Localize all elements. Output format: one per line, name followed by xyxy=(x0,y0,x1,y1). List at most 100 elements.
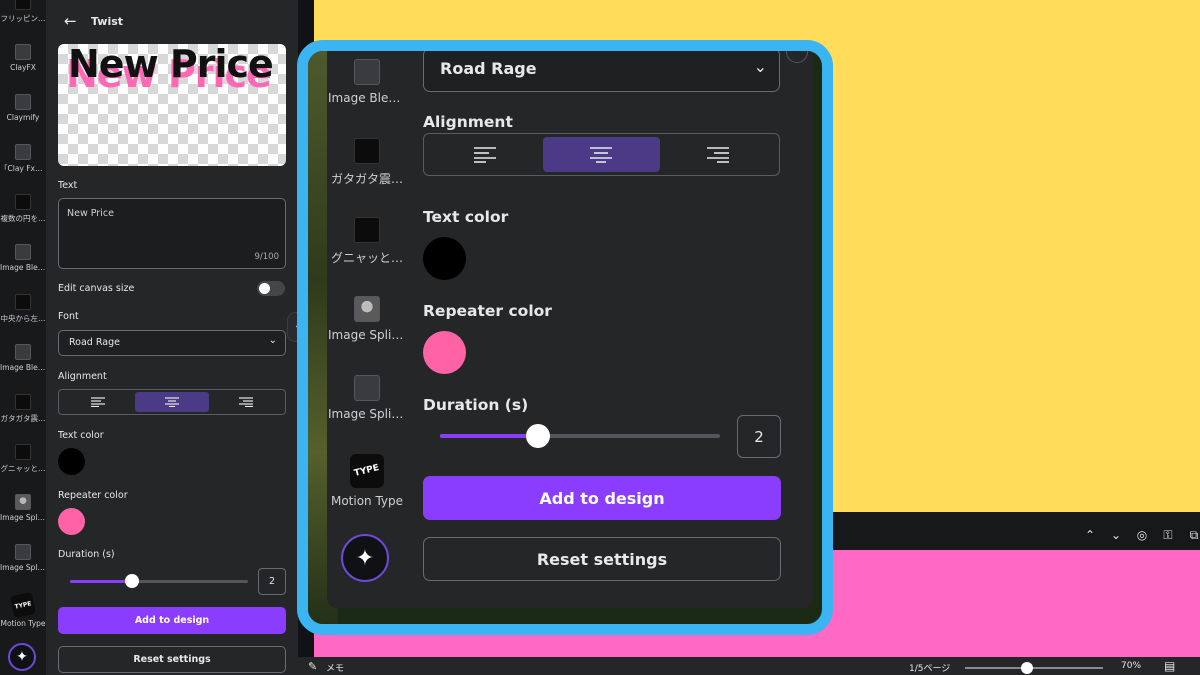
rail-item-label: Motion Type xyxy=(0,619,46,628)
thumbnail-icon xyxy=(354,217,380,243)
zoomed-align-left-button[interactable] xyxy=(427,137,543,172)
repeater-color-swatch[interactable] xyxy=(58,508,85,535)
notes-icon[interactable]: ✎ xyxy=(308,660,317,673)
align-center-icon xyxy=(165,397,179,407)
zoomed-duration-label: Duration (s) xyxy=(423,396,529,414)
rail-item[interactable]: Claymify xyxy=(0,94,46,122)
rail-item-label: Motion Type xyxy=(330,494,404,508)
rail-item[interactable]: グニャッと… xyxy=(327,217,407,266)
rail-item[interactable]: グニャッと… xyxy=(0,444,46,474)
text-input[interactable]: New Price 9/100 xyxy=(58,198,286,269)
rail-item[interactable]: Image Split… xyxy=(0,494,46,522)
zoomed-add-to-design-button[interactable]: Add to design xyxy=(423,476,781,520)
rail-item[interactable]: Image Blen… xyxy=(0,244,46,272)
motion-type-icon: TYPE xyxy=(9,591,37,619)
thumbnail-icon xyxy=(15,294,31,310)
align-right-icon xyxy=(706,146,729,163)
thumbnail-icon xyxy=(15,544,31,560)
rail-item[interactable]: ガタガタ震… xyxy=(0,394,46,424)
thumbnail-icon xyxy=(354,59,380,85)
thumbnail-icon xyxy=(15,44,31,60)
duration-slider[interactable] xyxy=(70,574,248,588)
rail-item-label: ClayFX xyxy=(10,63,36,72)
zoomed-repeater-color-label: Repeater color xyxy=(423,302,552,320)
rail-item[interactable]: Image Blen… xyxy=(0,344,46,372)
align-right-button[interactable] xyxy=(209,392,283,412)
duration-input[interactable]: 2 xyxy=(258,568,286,595)
rail-item[interactable]: Image Spliter xyxy=(327,375,407,421)
text-color-swatch[interactable] xyxy=(58,448,85,475)
zoomed-corner-button[interactable] xyxy=(786,51,808,63)
rail-item-label: 複数の円を… xyxy=(0,214,46,223)
zoomed-repeater-color-swatch[interactable] xyxy=(423,331,466,374)
text-color-label: Text color xyxy=(58,430,104,441)
duration-slider-handle[interactable] xyxy=(125,574,140,588)
rail-item[interactable]: Image Split… xyxy=(327,296,407,342)
chevron-up-icon[interactable]: ⌃ xyxy=(1084,528,1096,543)
zoomed-text-color-label: Text color xyxy=(423,208,509,226)
zoom-slider-handle[interactable] xyxy=(1021,662,1034,674)
rail-item-label: ガタガタ震… xyxy=(0,414,46,423)
chevron-down-icon: ⌄ xyxy=(753,57,767,76)
thumbnail-icon xyxy=(15,194,31,210)
zoom-slider[interactable] xyxy=(965,667,1103,669)
rail-item[interactable]: ClayFX xyxy=(0,44,46,72)
zoomed-duration-fill xyxy=(440,434,538,438)
zoomed-align-right-button[interactable] xyxy=(660,137,776,172)
sparkle-icon[interactable]: ✦ xyxy=(341,534,389,582)
rail-item[interactable]: TYPE Motion Type xyxy=(0,591,46,628)
rail-item-label: Image Blen… xyxy=(0,363,46,372)
thumbnail-icon xyxy=(354,138,380,164)
zoomed-duration-slider[interactable] xyxy=(440,424,720,448)
page-indicator: 1/5ページ xyxy=(909,664,951,674)
font-select[interactable]: Road Rage ⌄ xyxy=(58,330,286,356)
alignment-group xyxy=(58,389,286,415)
rail-item[interactable]: 「Clay Fx」… xyxy=(0,144,46,174)
sparkle-icon[interactable]: ✦ xyxy=(8,643,36,671)
repeater-color-label: Repeater color xyxy=(58,490,128,501)
grid-view-icon[interactable]: ▤ xyxy=(1164,659,1175,673)
text-preview: New Price New Price xyxy=(58,44,286,166)
zoomed-align-center-button[interactable] xyxy=(543,137,660,172)
text-input-value: New Price xyxy=(67,208,114,219)
visibility-icon[interactable]: ◎ xyxy=(1136,528,1148,543)
rail-item[interactable]: Image Spliter xyxy=(0,544,46,572)
zoomed-reset-settings-button[interactable]: Reset settings xyxy=(423,537,781,581)
thumbnail-icon xyxy=(354,375,380,401)
rail-item[interactable]: 複数の円を… xyxy=(0,194,46,224)
edit-canvas-toggle[interactable] xyxy=(257,281,285,296)
zoomed-panel: Image Blen… ガタガタ震… グニャッと… Image Split… Image… xyxy=(327,51,813,608)
zoomed-app-rail: Image Blen… ガタガタ震… グニャッと… Image Split… Image… xyxy=(327,51,407,608)
rail-item-label: Image Blen… xyxy=(0,263,46,272)
zoom-callout: Image Blen… ガタガタ震… グニャッと… Image Split… Image… xyxy=(297,40,833,635)
rail-item[interactable]: TYPE Motion Type xyxy=(327,454,407,508)
zoomed-duration-input[interactable]: 2 xyxy=(737,415,781,458)
rail-item[interactable]: フリッピン… xyxy=(0,0,46,24)
rail-item-label: ガタガタ震… xyxy=(330,172,403,186)
panel-title: Twist xyxy=(91,15,124,28)
align-center-button[interactable] xyxy=(135,392,209,412)
text-char-count: 9/100 xyxy=(254,252,280,262)
twist-panel: ← Twist New Price New Price Text New Pri… xyxy=(46,0,298,675)
zoomed-text-color-swatch[interactable] xyxy=(423,237,466,280)
zoom-level[interactable]: 70% xyxy=(1121,661,1141,671)
rail-item[interactable]: ガタガタ震… xyxy=(327,138,407,187)
motion-type-glyph: TYPE xyxy=(353,463,381,479)
preview-main-text: New Price xyxy=(68,44,274,86)
reset-settings-button[interactable]: Reset settings xyxy=(58,646,286,673)
back-arrow-icon[interactable]: ← xyxy=(64,12,77,30)
zoomed-alignment-group xyxy=(423,133,780,176)
duplicate-icon[interactable]: ⧉ xyxy=(1188,528,1200,543)
add-to-design-button[interactable]: Add to design xyxy=(58,607,286,634)
rail-item[interactable]: Image Blen… xyxy=(327,59,407,105)
page-toolbar-icons: ⌃ ⌄ ◎ ⚿ ⧉ xyxy=(1084,528,1200,543)
duration-slider-fill xyxy=(70,580,133,583)
rail-item[interactable]: 中央から左… xyxy=(0,294,46,324)
zoomed-font-select[interactable]: Road Rage ⌄ xyxy=(423,51,780,92)
notes-button[interactable]: メモ xyxy=(326,661,344,674)
zoomed-duration-handle[interactable] xyxy=(526,424,550,448)
chevron-down-icon[interactable]: ⌄ xyxy=(1110,528,1122,543)
rail-item-label: Image Blen… xyxy=(328,91,406,105)
lock-icon[interactable]: ⚿ xyxy=(1162,528,1174,543)
align-left-button[interactable] xyxy=(61,392,135,412)
